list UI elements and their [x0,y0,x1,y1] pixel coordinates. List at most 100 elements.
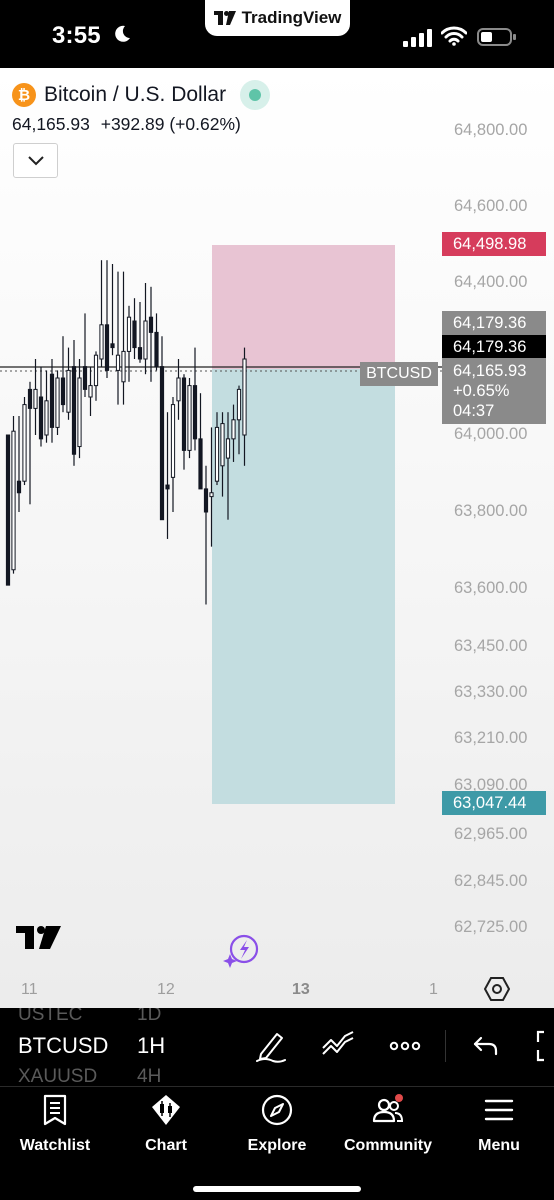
entry-top-tag[interactable]: 64,179.36 [442,311,546,335]
candle-body [49,373,55,428]
candle-body [170,404,176,478]
chart-candles-icon [152,1095,180,1125]
tradingview-pill[interactable]: TradingView [205,0,350,36]
candle-body [60,377,66,406]
symbol-name[interactable]: Bitcoin / U.S. Dollar [44,83,226,107]
time-axis-label: 11 [21,981,38,998]
toolbar-divider [445,1030,446,1062]
price-axis-label: 62,965.00 [454,825,528,843]
candle-body [5,434,11,586]
candles-group [5,260,247,605]
nav-watchlist-label: Watchlist [19,1137,91,1154]
candle-body [115,354,121,371]
chart-area[interactable]: ₿ Bitcoin / U.S. Dollar 64,165.93 +392.8… [0,68,554,1008]
candle-body [55,377,60,428]
stop-loss-tag[interactable]: 63,047.44 [442,791,546,815]
symbol-header[interactable]: ₿ Bitcoin / U.S. Dollar [12,80,271,110]
candle-body [220,423,225,467]
candle-body [148,316,154,333]
moon-icon [115,25,130,42]
indicators-icon[interactable] [320,1028,356,1064]
tradingview-watermark-icon[interactable] [16,926,62,950]
nav-chart-label: Chart [145,1137,187,1154]
candle-body [242,358,247,436]
fullscreen-icon[interactable] [534,1028,554,1064]
interval-picker-next[interactable]: 4H [137,1066,161,1086]
candle-body [209,492,214,498]
take-profit-tag[interactable]: 64,498.98 [442,232,546,256]
chart-settings-icon[interactable] [484,976,510,1002]
price-axis-label: 63,210.00 [454,729,528,747]
candle-body [121,350,126,383]
menu-hamburger-icon [484,1099,514,1121]
nav-explore[interactable]: Explore [222,1093,332,1163]
candle-body [137,347,143,360]
candle-body [203,488,209,513]
notification-dot [395,1094,403,1102]
nav-chart[interactable]: Chart [111,1093,221,1163]
home-indicator [193,1186,361,1192]
candle-body [154,331,159,368]
candle-body [214,426,220,482]
compass-icon [261,1094,293,1126]
candle-body [176,377,181,402]
candle-body [225,438,231,459]
price-change-percent: (+0.62%) [169,114,241,134]
time-axis-label: 13 [292,981,310,998]
wifi-icon [441,26,467,46]
price-axis-label: 64,800.00 [454,121,528,139]
nav-menu[interactable]: Menu [444,1093,554,1163]
tradingview-logo-icon [213,11,236,25]
candle-body [236,388,242,421]
candle-body [77,377,82,448]
candle-body [16,480,22,494]
candle-body [181,377,187,451]
price-change: +392.89 [100,114,165,134]
symbol-picker-next[interactable]: XAUUSD [18,1066,97,1086]
profit-zone[interactable] [212,245,395,369]
time-axis-label: 12 [157,981,175,998]
symbol-picker-prev[interactable]: USTEC [18,1008,82,1026]
drawing-pen-icon[interactable] [253,1028,289,1064]
interval-picker-prev[interactable]: 1D [137,1008,161,1026]
candle-body [71,366,77,455]
candle-body [192,385,198,440]
nav-menu-label: Menu [478,1137,520,1154]
battery-icon [477,28,516,46]
candle-body [66,369,71,413]
candle-body [159,366,165,521]
symbol-selector[interactable]: BTCUSD [18,1033,108,1059]
price-axis-label: 62,725.00 [454,918,528,936]
undo-icon[interactable] [467,1028,503,1064]
nav-community[interactable]: Community [333,1093,443,1163]
status-bar: 3:55 TradingView [0,0,554,68]
current-change: +0.65% [453,382,510,400]
time-axis-label: 1 [429,981,438,998]
price-axis-label: 63,600.00 [454,579,528,597]
entry-price-tag[interactable]: 64,179.36 [442,335,546,359]
chart-toolbar: USTEC 1D BTCUSD 1H XAUUSD 4H [0,1008,554,1086]
candle-body [33,388,38,409]
candle-body [110,343,115,349]
nav-watchlist[interactable]: Watchlist [0,1093,110,1163]
candle-body [104,324,110,371]
market-open-indicator [240,80,271,110]
price-axis-label: 63,330.00 [454,683,528,701]
more-options-icon[interactable] [387,1028,423,1064]
candle-body [126,316,132,352]
price-axis-label: 64,000.00 [454,425,528,443]
bitcoin-logo-icon: ₿ [12,83,36,107]
interval-selector[interactable]: 1H [137,1033,165,1059]
bottom-navigation: Watchlist Chart Explore Community Menu [0,1086,554,1200]
ai-assistant-spark-icon[interactable] [222,934,262,968]
candle-body [143,320,148,360]
candle-body [11,430,16,571]
current-price: 64,165.93 [453,362,527,380]
price-axis-label: 64,600.00 [454,197,528,215]
legend-expand-button[interactable] [13,143,58,178]
candle-body [187,385,192,451]
app-pill-label: TradingView [241,8,342,27]
candle-body [231,419,236,440]
candle-body [198,438,203,490]
community-icon [372,1094,404,1123]
